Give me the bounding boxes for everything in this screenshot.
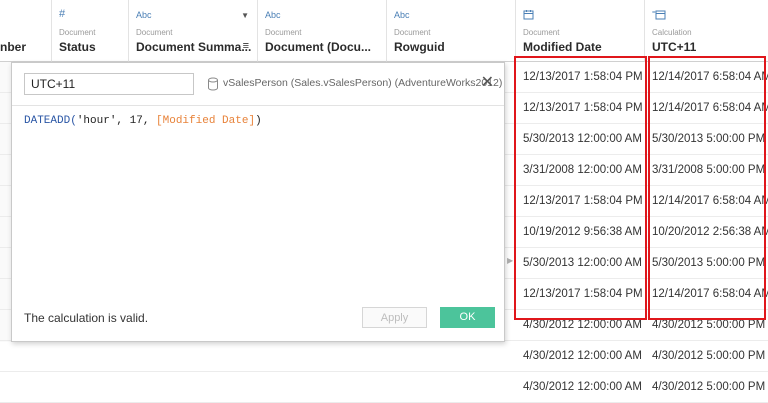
string-type-icon: Abc xyxy=(136,10,152,20)
dropdown-caret-icon[interactable]: ▼ xyxy=(241,11,249,20)
modified-date-cell[interactable]: 4/30/2012 12:00:00 AM xyxy=(516,372,645,403)
formula-function: DATEADD( xyxy=(24,115,77,127)
number-type-icon: # xyxy=(59,8,66,20)
apply-button[interactable]: Apply xyxy=(362,307,427,328)
calendar-icon xyxy=(523,10,534,20)
formula-arguments: 'hour', 17, xyxy=(76,115,157,127)
column-header-status[interactable]: # Document Status xyxy=(52,0,129,62)
column-name: Rowguid xyxy=(394,40,445,54)
row-gutter xyxy=(0,62,11,342)
expand-arrow-icon[interactable]: ▶ xyxy=(507,256,513,265)
close-icon[interactable]: ✕ xyxy=(481,74,494,92)
data-source-label: vSalesPerson (Sales.vSalesPerson) (Adven… xyxy=(223,77,503,89)
string-type-icon: Abc xyxy=(265,10,281,20)
string-type-icon: Abc xyxy=(394,10,410,20)
formula-close-paren: ) xyxy=(255,115,262,127)
column-name: nber xyxy=(0,40,27,54)
database-icon xyxy=(208,77,218,91)
highlight-box-modified-date xyxy=(514,56,647,320)
highlight-box-utc11 xyxy=(648,56,766,320)
column-name: Status xyxy=(59,40,96,54)
formula-editor[interactable]: DATEADD('hour', 17, [Modified Date]) xyxy=(24,115,262,127)
svg-text:=: = xyxy=(652,10,656,16)
ok-button[interactable]: OK xyxy=(440,307,495,328)
column-header-document-summary[interactable]: Abc ▼ Document Document Summa... ≡ xyxy=(129,0,258,62)
utc11-cell[interactable]: 4/30/2012 5:00:00 PM xyxy=(645,372,768,403)
column-name: Modified Date xyxy=(523,40,602,54)
column-name: UTC+11 xyxy=(652,40,697,54)
column-name: Document Summa... xyxy=(136,40,252,54)
column-header-utc11[interactable]: = Calculation UTC+11 xyxy=(645,0,768,62)
formula-field-reference: [Modified Date] xyxy=(156,115,256,127)
column-source: Calculation xyxy=(652,28,692,37)
column-header-number[interactable]: nber xyxy=(0,0,52,62)
column-source: Document xyxy=(136,28,173,37)
calculation-name-input[interactable] xyxy=(24,73,194,95)
column-name: Document (Docu... xyxy=(265,40,372,54)
modified-date-cell[interactable]: 4/30/2012 12:00:00 AM xyxy=(516,341,645,372)
divider xyxy=(12,105,504,106)
column-source: Document xyxy=(59,28,96,37)
validation-status: The calculation is valid. xyxy=(24,311,149,325)
column-source: Document xyxy=(394,28,431,37)
column-header-rowguid[interactable]: Abc Document Rowguid xyxy=(387,0,516,62)
utc11-cell[interactable]: 4/30/2012 5:00:00 PM xyxy=(645,341,768,372)
calculated-calendar-icon: = xyxy=(652,10,666,20)
column-header-modified-date[interactable]: Document Modified Date xyxy=(516,0,645,62)
sort-icon[interactable]: ≡ xyxy=(243,40,249,52)
column-header-document[interactable]: Abc Document Document (Docu... xyxy=(258,0,387,62)
column-source: Document xyxy=(523,28,560,37)
column-source: Document xyxy=(265,28,302,37)
calculation-editor-dialog: vSalesPerson (Sales.vSalesPerson) (Adven… xyxy=(11,62,513,342)
